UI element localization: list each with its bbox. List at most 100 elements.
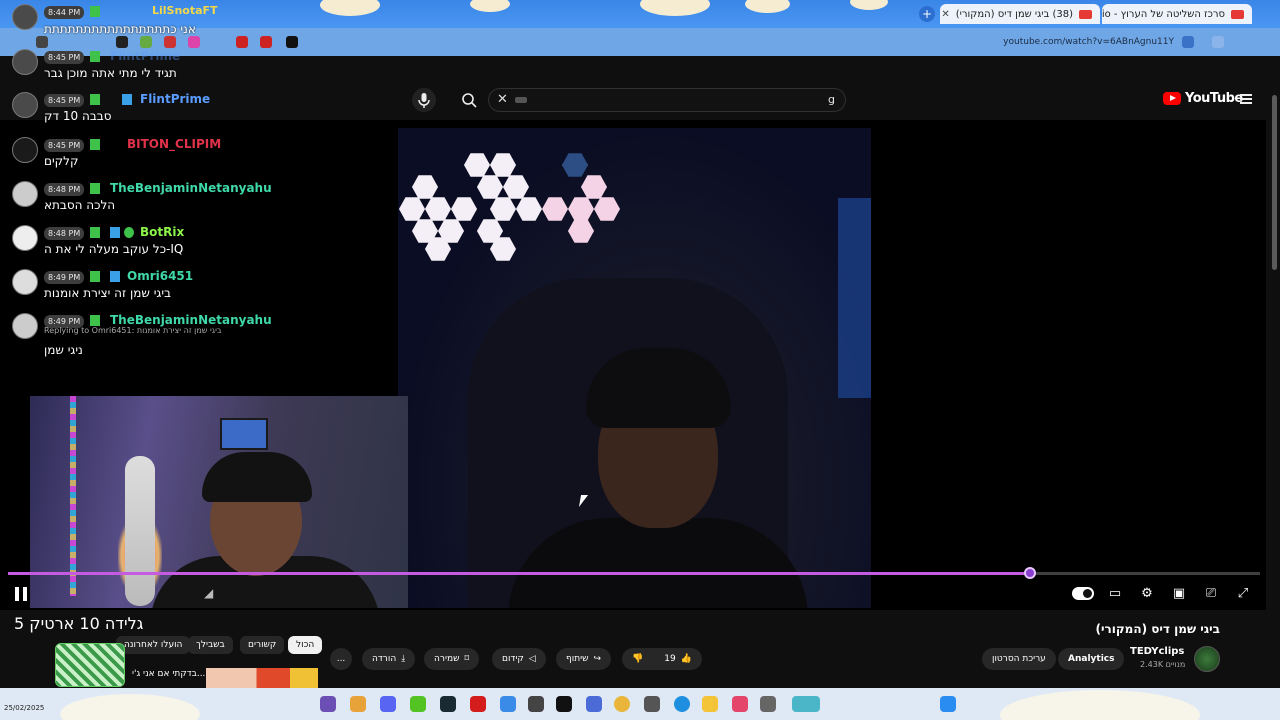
app-icon[interactable] <box>470 696 486 712</box>
subtitles-icon[interactable]: ▭ <box>1106 586 1124 602</box>
progress-scrubber[interactable] <box>1023 567 1036 579</box>
keyboard-icon[interactable] <box>515 97 527 103</box>
avatar <box>12 313 38 339</box>
menu-icon[interactable] <box>1240 94 1252 104</box>
chip-recent[interactable]: הועלו לאחרונה <box>116 636 191 654</box>
youtube-logo[interactable]: YouTube <box>1163 91 1243 106</box>
kick-badge-icon <box>90 139 100 150</box>
search-query[interactable]: g <box>828 93 835 106</box>
microphone-icon <box>418 93 430 108</box>
app-icon[interactable] <box>792 696 820 712</box>
cloud-decoration <box>1000 690 1200 720</box>
kick-watermark-icon: ◢ <box>204 586 214 600</box>
tab-studio[interactable]: סרכז השליטה של הערוץ - dio ✕ <box>1102 4 1252 24</box>
tab-video[interactable]: (38) ביגי שמן דיס (המקורי) ✕ <box>940 4 1100 24</box>
url-text[interactable]: youtube.com/watch?v=6ABnAgnu11Y <box>1003 37 1174 47</box>
cloud-decoration <box>850 0 888 10</box>
autoplay-toggle[interactable] <box>1072 587 1094 600</box>
app-icon[interactable] <box>350 696 366 712</box>
app-icon[interactable] <box>440 696 456 712</box>
message-time: 8:44 PM <box>44 6 85 19</box>
refresh-icon[interactable] <box>1212 36 1224 48</box>
chatgpt-icon[interactable] <box>556 696 572 712</box>
hex-light <box>451 197 477 221</box>
background-shelf <box>838 198 871 398</box>
led-lights <box>70 396 76 596</box>
analytics-button[interactable]: Analytics <box>1058 648 1125 670</box>
avatar <box>12 181 38 207</box>
search-button[interactable] <box>456 88 482 112</box>
app-icon[interactable] <box>500 696 516 712</box>
message-text: סבבה 10 דק <box>44 109 112 123</box>
message-text: קלקים <box>44 154 79 168</box>
message-user: LilSnotaFT <box>152 4 218 17</box>
progress-bar[interactable] <box>8 572 1260 575</box>
kick-badge-icon <box>90 315 100 326</box>
app-icon[interactable] <box>320 696 336 712</box>
related-thumbnail[interactable] <box>55 643 125 687</box>
like-dislike-group: 👎 19 👍 <box>622 648 702 670</box>
translate-icon[interactable] <box>1182 36 1194 48</box>
bookmark-icon: ⌑ <box>464 654 470 664</box>
related-title[interactable]: בדקתי אם אני ג'י... <box>132 669 205 679</box>
share-label: שיתוף <box>566 654 589 664</box>
channel-avatar[interactable] <box>1194 646 1220 672</box>
app-icon[interactable] <box>528 696 544 712</box>
channel-name[interactable]: TEDYclips <box>1130 646 1184 657</box>
edit-video-button[interactable]: עריכת הסרטון <box>982 648 1056 670</box>
share-icon: ↪ <box>593 654 602 664</box>
app-icon[interactable] <box>760 696 776 712</box>
clear-search-icon[interactable]: ✕ <box>497 92 508 107</box>
kick-icon[interactable] <box>410 696 426 712</box>
scrollbar-thumb[interactable] <box>1272 95 1277 270</box>
search-input[interactable]: ✕ g <box>488 88 846 112</box>
kick-badge-icon <box>90 51 100 62</box>
new-tab-button[interactable]: + <box>919 6 935 22</box>
windows-start-icon[interactable] <box>940 696 956 712</box>
chip-all[interactable]: הכול <box>288 636 323 654</box>
fullscreen-icon[interactable]: ⤢ <box>1234 586 1252 602</box>
like-count[interactable]: 19 <box>664 648 675 670</box>
verified-badge-icon <box>122 94 132 105</box>
share-button[interactable]: שיתוף ↪ <box>556 648 612 670</box>
miniplayer-icon[interactable]: ▣ <box>1170 586 1188 602</box>
video-title: ביגי שמן דיס (המקורי) <box>1095 622 1220 636</box>
message-time: 8:45 PM <box>44 51 85 64</box>
message-text: אני כתתתתתתתתתתתתתתתת <box>44 22 196 36</box>
app-icon[interactable] <box>586 696 602 712</box>
video-frame[interactable] <box>398 128 871 608</box>
reply-reference: Replying to Omri6451: ביגי שמן זה יצירת … <box>44 326 222 335</box>
message-user: FlintPrime <box>110 49 181 63</box>
edge-icon[interactable] <box>674 696 690 712</box>
chrome-icon[interactable] <box>614 696 630 712</box>
download-button[interactable]: הורדה ⤓ <box>362 648 416 670</box>
message-time: 8:49 PM <box>44 271 85 284</box>
chip-for-you[interactable]: בשבילך <box>188 636 233 654</box>
voice-search-button[interactable] <box>412 88 436 112</box>
message-text: ביגי שמן זה יצירת אומנות <box>44 286 171 300</box>
save-label: שמירה <box>434 654 460 664</box>
related-thumbnail[interactable] <box>206 668 318 688</box>
settings-gear-icon[interactable]: ⚙ <box>1138 586 1156 602</box>
file-explorer-icon[interactable] <box>702 696 718 712</box>
like-icon[interactable]: 👍 <box>681 648 692 670</box>
cloud-decoration <box>470 0 510 12</box>
more-actions-button[interactable]: ... <box>330 648 352 670</box>
discord-icon[interactable] <box>380 696 396 712</box>
cast-icon[interactable]: ⎚ <box>1202 586 1220 602</box>
dislike-icon[interactable]: 👎 <box>632 648 643 670</box>
kick-badge-icon <box>90 94 100 105</box>
download-label: הורדה <box>372 654 397 664</box>
app-icon[interactable] <box>644 696 660 712</box>
promote-button[interactable]: קידום ◁ <box>492 648 546 670</box>
chip-related[interactable]: קשורים <box>240 636 285 654</box>
close-tab-icon[interactable]: ✕ <box>941 9 949 20</box>
save-button[interactable]: שמירה ⌑ <box>424 648 480 670</box>
video-overlay-title: גלידה 10 ארטיק 5 <box>14 614 144 633</box>
message-user: Omri6451 <box>127 269 194 283</box>
pause-button[interactable] <box>15 587 27 601</box>
youtube-favicon-icon <box>1231 9 1244 19</box>
hex-light <box>477 175 503 199</box>
app-icon[interactable] <box>732 696 748 712</box>
hex-light <box>425 197 451 221</box>
